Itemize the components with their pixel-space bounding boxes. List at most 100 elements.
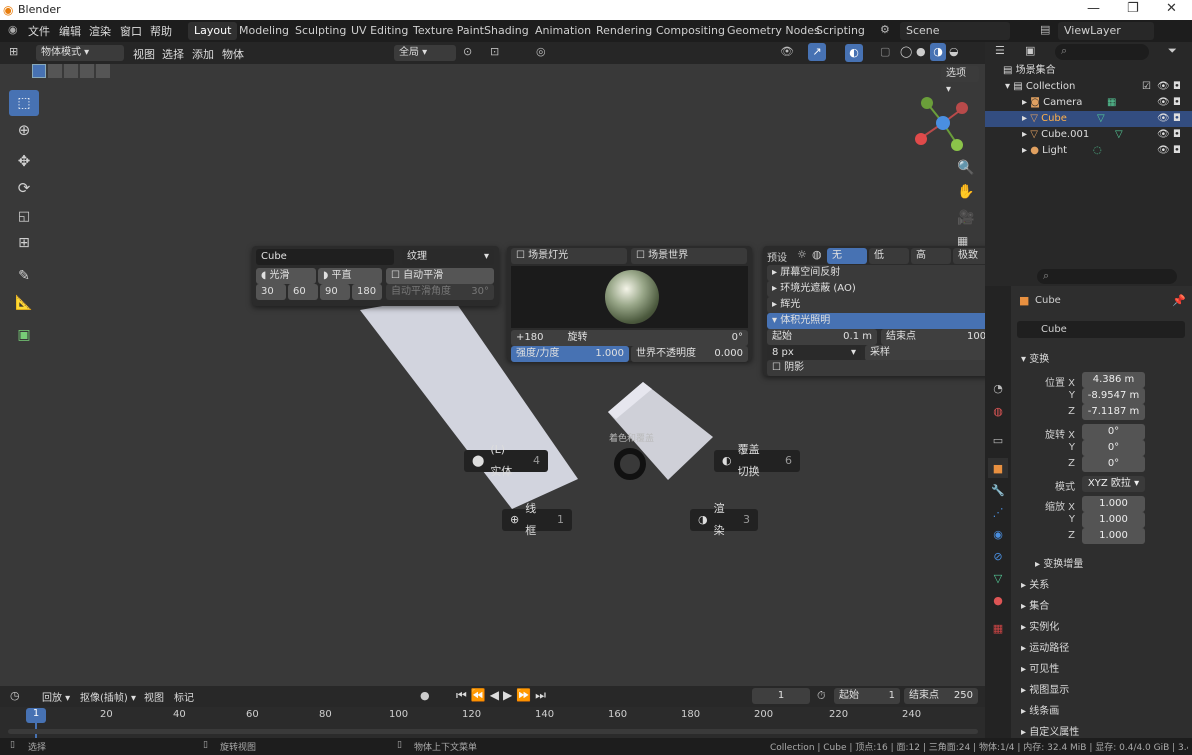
maximize-icon[interactable]: ❐ (1127, 1, 1139, 16)
menu-render[interactable]: 渲染 (89, 23, 111, 39)
cursor-tool[interactable]: ⊕ (9, 117, 39, 143)
3d-viewport[interactable]: 选项 ▾ ⬚ ⊕ ✥ ⟳ ◱ ⊞ ✎ 📐 ▣ 🔍 ✋ 🎥 ▦ 着色和覆盖 ⬤ (L… (0, 64, 1008, 686)
motion-paths-header[interactable]: ▸ 运动路径 (1021, 639, 1069, 654)
custom-properties-header[interactable]: ▸ 自定义属性 (1021, 723, 1079, 738)
minimize-icon[interactable]: — (1087, 1, 1100, 16)
gizmo-toggle-icon[interactable]: ↗ (808, 43, 826, 61)
object-datablock-field[interactable]: Cube (1017, 321, 1185, 338)
proportional-edit-icon[interactable]: ◎ (536, 45, 546, 58)
tab-scene[interactable]: ◔ (988, 378, 1008, 398)
menu-file[interactable]: 文件 (28, 23, 50, 39)
keying-menu[interactable]: 抠像(插帧) ▾ (80, 689, 136, 704)
move-tool[interactable]: ✥ (9, 148, 39, 174)
angle-30-button[interactable]: 30 (256, 284, 286, 300)
outliner-item-cube[interactable]: ▸ ▽ Cube ▽ 👁 ◘ (985, 111, 1192, 127)
ssr-row[interactable]: ▸ 屏幕空间反射 (767, 265, 1004, 281)
scene-collection-row[interactable]: ▤ 场景集合 (985, 63, 1192, 79)
playback-menu[interactable]: 回放 ▾ (42, 689, 70, 704)
outliner-item-cube001[interactable]: ▸ ▽ Cube.001 ▽ 👁 ◘ (985, 127, 1192, 143)
current-frame-field[interactable]: 1 (752, 688, 810, 704)
filter-icon[interactable]: ⏷ (1168, 44, 1177, 58)
rotation-mode-dropdown[interactable]: XYZ 欧拉 ▾ (1082, 476, 1145, 492)
orientation-dropdown[interactable]: 全局 ▾ (394, 45, 456, 61)
tab-material[interactable]: ● (988, 590, 1008, 610)
annotate-tool[interactable]: ✎ (9, 263, 39, 289)
autosmooth-checkbox[interactable]: ☐ 自动平滑 (386, 268, 494, 284)
select-invert-icon[interactable] (80, 64, 94, 78)
light-visibility-icon[interactable]: 👁 (1157, 143, 1170, 159)
scale-z-field[interactable]: 1.000 (1082, 528, 1145, 544)
current-frame-badge[interactable]: 1 (26, 708, 46, 723)
tab-sculpting[interactable]: Sculpting (289, 22, 352, 40)
tab-shading[interactable]: Shading (478, 22, 535, 40)
camera-view-icon[interactable]: 🎥 (957, 210, 974, 226)
camera-data-icon[interactable]: ▦ (1107, 95, 1116, 111)
camera-visibility-icon[interactable]: 👁 (1157, 95, 1170, 111)
tab-compositing[interactable]: Compositing (650, 22, 731, 40)
tab-physics[interactable]: ◉ (988, 524, 1008, 544)
outliner-item-light[interactable]: ▸ ● Light ◌ 👁 ◘ (985, 143, 1192, 159)
select-new-icon[interactable] (32, 64, 46, 78)
editor-type-icon[interactable]: ⊞ (9, 45, 18, 58)
location-y-field[interactable]: -8.9547 m (1082, 388, 1145, 404)
menu-view[interactable]: 视图 (133, 46, 155, 62)
cube-render-icon[interactable]: ◘ (1173, 111, 1181, 127)
location-x-field[interactable]: 4.386 m (1082, 372, 1145, 388)
pan-hand-icon[interactable]: ✋ (957, 184, 974, 200)
ao-row[interactable]: ▸ 环境光遮蔽 (AO) (767, 281, 1004, 297)
line-art-header[interactable]: ▸ 线条画 (1021, 702, 1059, 717)
angle-60-button[interactable]: 60 (288, 284, 318, 300)
options-dropdown[interactable]: 选项 ▾ (941, 66, 979, 95)
cube-mesh-icon[interactable]: ▽ (1097, 111, 1105, 127)
timeline-editor-icon[interactable]: ◷ (10, 689, 20, 702)
outliner-search[interactable]: ⌕ (1055, 44, 1149, 60)
preset-world-icon[interactable]: ◍ (812, 248, 822, 261)
object-name-field[interactable]: Cube (256, 249, 394, 265)
scale-x-field[interactable]: 1.000 (1082, 496, 1145, 512)
display-mode-icon[interactable]: ▣ (1025, 44, 1035, 57)
collection-visibility-icon[interactable]: 👁 (1157, 79, 1170, 95)
measure-tool[interactable]: 📐 (9, 290, 39, 316)
pie-render-button[interactable]: ◑ 渲染 3 (690, 502, 758, 537)
menu-edit[interactable]: 编辑 (59, 23, 81, 39)
transform-tool[interactable]: ⊞ (9, 230, 39, 256)
add-cube-tool[interactable]: ▣ (9, 322, 39, 348)
viewlayer-selector[interactable]: ViewLayer (1058, 22, 1154, 40)
transform-header[interactable]: ▾ 变换 (1021, 350, 1049, 365)
select-mode-buttons[interactable] (32, 64, 112, 80)
tab-constraints[interactable]: ⊘ (988, 546, 1008, 566)
shadow-checkbox[interactable]: ☐ 阴影 (767, 360, 1004, 376)
rotation-x-field[interactable]: 0° (1082, 424, 1145, 440)
pie-solid-button[interactable]: ⬤ (L) 实体 4 (464, 443, 548, 478)
visibility-header[interactable]: ▸ 可见性 (1021, 660, 1059, 675)
tab-particles[interactable]: ⋰ (988, 502, 1008, 522)
overlay-toggle-icon[interactable]: ◐ (845, 44, 863, 62)
tab-texture[interactable]: ▦ (988, 618, 1008, 638)
preset-high-button[interactable]: 高 (911, 248, 951, 264)
scene-selector[interactable]: Scene (900, 22, 1010, 40)
location-z-field[interactable]: -7.1187 m (1082, 404, 1145, 420)
select-subtract-icon[interactable] (64, 64, 78, 78)
angle-90-button[interactable]: 90 (320, 284, 350, 300)
angle-180-button[interactable]: 180 (352, 284, 382, 300)
cube-visibility-icon[interactable]: 👁 (1157, 111, 1170, 127)
mode-dropdown[interactable]: 物体模式 ▾ (36, 45, 124, 61)
outliner-item-camera[interactable]: ▸ ◙ Camera ▦ 👁 ◘ (985, 95, 1192, 111)
tile-size-dropdown[interactable]: 8 px ▾ (767, 345, 861, 361)
rendered-shading-icon[interactable]: ◒ (949, 45, 959, 58)
pie-wireframe-button[interactable]: ⊕ 线框 1 (502, 502, 572, 537)
light-data-icon[interactable]: ◌ (1093, 143, 1102, 159)
visibility-icon[interactable]: 👁 (780, 45, 794, 58)
tab-layout[interactable]: Layout (188, 22, 238, 40)
select-extend-icon[interactable] (48, 64, 62, 78)
clock-icon[interactable]: ⏱ (817, 689, 826, 703)
cube001-visibility-icon[interactable]: 👁 (1157, 127, 1170, 143)
pivot-icon[interactable]: ⊙ (463, 45, 472, 58)
blender-menu-icon[interactable]: ◉ (8, 23, 18, 36)
tab-modeling[interactable]: Modeling (233, 22, 295, 40)
properties-search[interactable]: ⌕ (1037, 269, 1177, 284)
end-frame-field[interactable]: 结束点 250 (904, 688, 978, 704)
flat-button[interactable]: ◗ 平直 (318, 268, 382, 284)
rotation-z-field[interactable]: 0° (1082, 456, 1145, 472)
relations-header[interactable]: ▸ 关系 (1021, 576, 1049, 591)
